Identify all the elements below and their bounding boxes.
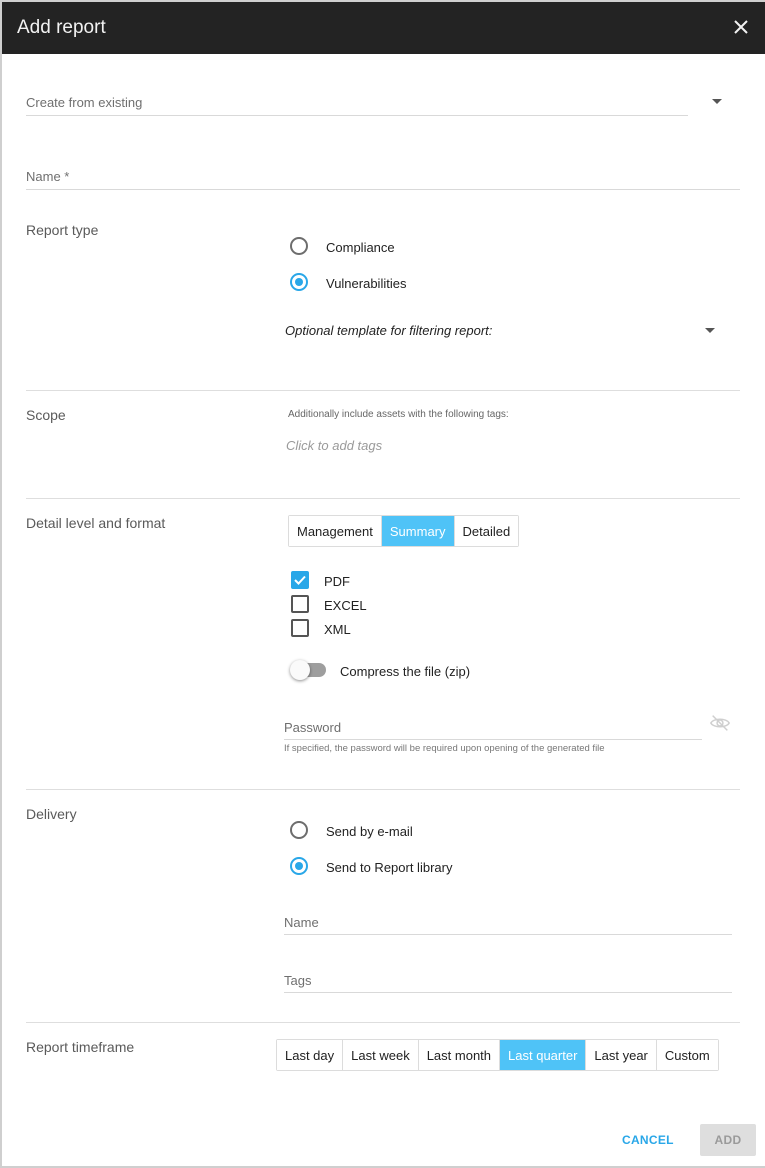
template-select[interactable]: Optional template for filtering report:: [285, 318, 721, 344]
timeframe-last-year[interactable]: Last year: [586, 1040, 657, 1070]
format-excel-label: EXCEL: [324, 598, 367, 613]
radio-compliance-label: Compliance: [326, 240, 395, 255]
timeframe-last-quarter[interactable]: Last quarter: [500, 1040, 587, 1070]
divider: [26, 390, 740, 391]
radio-send-library[interactable]: Send to Report library: [290, 856, 490, 878]
timeframe-last-week[interactable]: Last week: [343, 1040, 419, 1070]
scope-label: Scope: [26, 407, 66, 423]
format-excel-checkbox[interactable]: [291, 595, 309, 613]
radio-compliance-circle[interactable]: [290, 237, 308, 255]
radio-vulnerabilities[interactable]: Vulnerabilities: [290, 272, 450, 294]
password-field-placeholder: Password: [284, 720, 342, 735]
name-field-placeholder: Name *: [26, 169, 70, 184]
radio-send-email-label: Send by e-mail: [326, 824, 413, 839]
format-xml-label: XML: [324, 622, 351, 637]
create-from-existing-select[interactable]: Create from existing: [26, 90, 742, 118]
delivery-name-field[interactable]: Name: [284, 910, 732, 936]
name-field[interactable]: Name *: [26, 164, 740, 190]
delivery-name-placeholder: Name: [284, 915, 319, 930]
divider: [26, 1022, 740, 1023]
timeframe-last-day[interactable]: Last day: [277, 1040, 344, 1070]
add-report-dialog: Add report Create from existing Name * R…: [2, 2, 765, 1166]
chevron-down-icon: [705, 328, 715, 333]
timeframe-last-month[interactable]: Last month: [418, 1040, 501, 1070]
compress-toggle-knob[interactable]: [290, 660, 310, 680]
dialog-title: Add report: [17, 17, 106, 38]
radio-send-email[interactable]: Send by e-mail: [290, 820, 450, 842]
name-field-underline: [26, 189, 740, 190]
dialog-titlebar: Add report: [2, 2, 765, 54]
password-hint: If specified, the password will be requi…: [284, 743, 605, 754]
delivery-label: Delivery: [26, 806, 77, 822]
scope-tags-input[interactable]: Click to add tags: [286, 438, 382, 453]
format-pdf-label: PDF: [324, 574, 350, 589]
delivery-tags-field[interactable]: Tags: [284, 968, 732, 994]
format-excel[interactable]: EXCEL: [291, 595, 411, 615]
divider: [26, 498, 740, 499]
detail-level-management[interactable]: Management: [289, 516, 382, 546]
timeframe-custom[interactable]: Custom: [656, 1040, 718, 1070]
delivery-tags-placeholder: Tags: [284, 973, 312, 988]
radio-send-library-circle[interactable]: [290, 857, 308, 875]
divider: [26, 789, 740, 790]
eye-off-icon[interactable]: [709, 712, 731, 734]
detail-level-selector: Management Summary Detailed: [288, 515, 520, 547]
radio-send-email-circle[interactable]: [290, 821, 308, 839]
radio-send-library-label: Send to Report library: [326, 860, 453, 875]
report-type-label: Report type: [26, 222, 99, 238]
create-from-existing-placeholder: Create from existing: [26, 95, 143, 110]
radio-vulnerabilities-label: Vulnerabilities: [326, 276, 407, 291]
timeframe-selector: Last day Last week Last month Last quart…: [276, 1039, 719, 1071]
detail-level-label: Detail level and format: [26, 515, 166, 531]
password-field-underline: [284, 739, 702, 740]
delivery-name-underline: [284, 934, 732, 935]
radio-compliance[interactable]: Compliance: [290, 236, 430, 258]
format-pdf-checkbox[interactable]: [291, 571, 309, 589]
format-pdf[interactable]: PDF: [291, 571, 411, 591]
detail-level-summary[interactable]: Summary: [381, 516, 455, 546]
template-select-placeholder: Optional template for filtering report:: [285, 323, 493, 338]
format-xml-checkbox[interactable]: [291, 619, 309, 637]
delivery-tags-underline: [284, 992, 732, 993]
compress-toggle[interactable]: Compress the file (zip): [290, 658, 490, 682]
close-icon[interactable]: [729, 15, 753, 39]
timeframe-label: Report timeframe: [26, 1039, 135, 1055]
chevron-down-icon: [712, 99, 722, 104]
checkmark-icon: [294, 575, 306, 585]
add-button[interactable]: ADD: [700, 1124, 756, 1156]
cancel-button[interactable]: CANCEL: [622, 1133, 674, 1147]
radio-vulnerabilities-circle[interactable]: [290, 273, 308, 291]
scope-hint: Additionally include assets with the fol…: [288, 409, 509, 420]
detail-level-detailed[interactable]: Detailed: [454, 516, 519, 546]
create-from-existing-underline: [26, 115, 688, 116]
compress-toggle-label: Compress the file (zip): [340, 664, 471, 679]
format-xml[interactable]: XML: [291, 619, 411, 639]
password-field[interactable]: Password: [284, 715, 702, 741]
